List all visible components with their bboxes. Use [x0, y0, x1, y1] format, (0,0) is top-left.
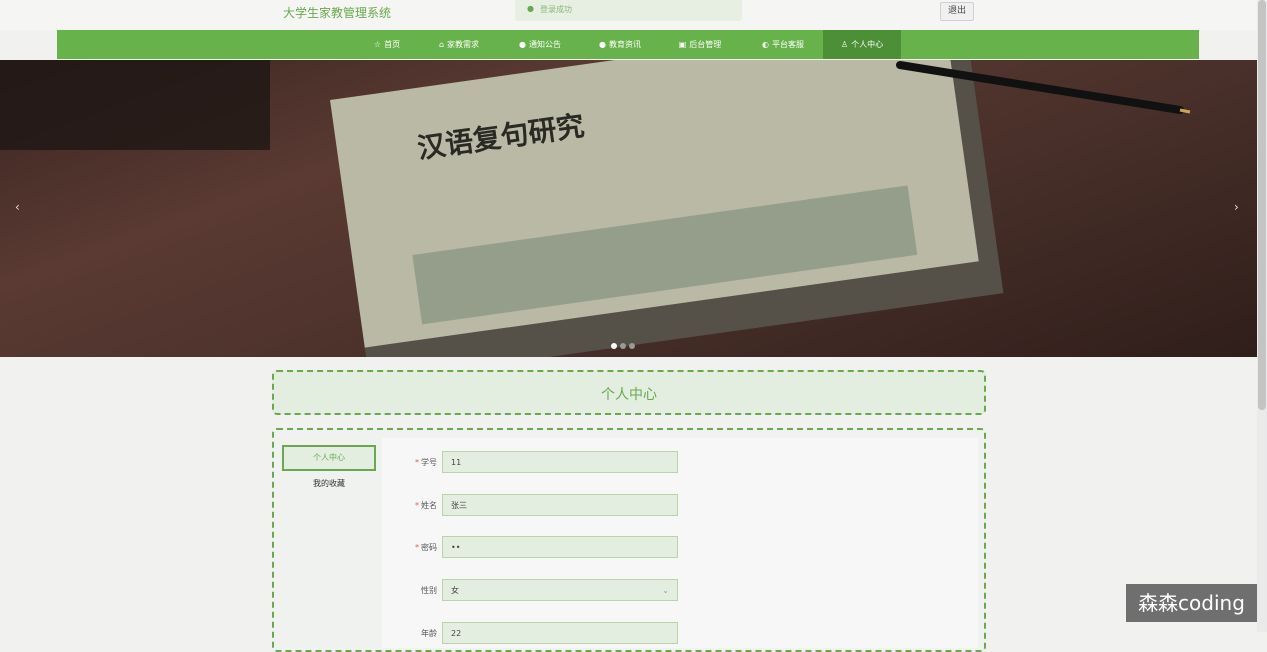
page-scrollbar[interactable]: [1257, 0, 1267, 632]
nav-customer-service[interactable]: ◐ 平台客服: [747, 30, 819, 59]
nav-label: 个人中心: [851, 40, 884, 49]
profile-panel: 个人中心 我的收藏 * 学号 11 * 姓名 张三 * 密码 •• 性别 女 ⌄ 年龄 …: [272, 428, 986, 652]
carousel-prev-button[interactable]: ‹: [15, 200, 20, 214]
nav-label: 家教需求: [447, 40, 480, 49]
field-label: * 姓名: [415, 501, 437, 510]
gender-select[interactable]: 女 ⌄: [442, 579, 678, 601]
nav-label: 首页: [384, 40, 401, 49]
logout-button[interactable]: 退出: [940, 2, 974, 21]
nav-tutoring-demand[interactable]: ⌂ 家教需求: [424, 30, 494, 59]
box-icon: ▣: [678, 40, 687, 49]
main-nav: ☆ 首页 ⌂ 家教需求 ● 通知公告 ● 教育资讯 ▣ 后台管理 ◐ 平台客服 ♙ 个人中心: [57, 30, 1199, 59]
nav-admin[interactable]: ▣ 后台管理: [665, 30, 735, 59]
student-id-field[interactable]: 11: [442, 451, 678, 473]
field-label: 性别: [421, 586, 437, 595]
toast-text: 登录成功: [540, 5, 572, 14]
site-title: 大学生家教管理系统: [283, 6, 392, 20]
watermark: 森森coding: [1126, 584, 1257, 622]
carousel-dot[interactable]: [611, 343, 617, 349]
banner-image: 汉语复句研究: [0, 60, 1191, 357]
carousel-dot[interactable]: [620, 343, 626, 349]
password-field[interactable]: ••: [442, 536, 678, 558]
nav-home[interactable]: ☆ 首页: [362, 30, 412, 59]
scrollbar-thumb[interactable]: [1258, 0, 1266, 410]
nav-announcements[interactable]: ● 通知公告: [505, 30, 575, 59]
success-icon: ●: [527, 4, 534, 13]
info-icon: ●: [599, 40, 606, 49]
nav-education-news[interactable]: ● 教育资讯: [585, 30, 655, 59]
nav-label: 通知公告: [528, 40, 561, 49]
carousel-dot[interactable]: [629, 343, 635, 349]
sidebar-item-favorites[interactable]: 我的收藏: [282, 478, 376, 489]
home-icon: ⌂: [438, 40, 445, 49]
carousel-next-button[interactable]: ›: [1234, 200, 1239, 214]
login-success-toast: ● 登录成功: [515, 0, 742, 21]
user-icon: ♙: [840, 40, 849, 49]
headset-icon: ◐: [762, 40, 769, 49]
top-bar: 大学生家教管理系统 ● 登录成功 退出: [0, 0, 1267, 30]
field-label: * 学号: [415, 458, 437, 467]
info-icon: ●: [519, 40, 526, 49]
nav-label: 平台客服: [771, 40, 804, 49]
field-label: 年龄: [421, 629, 437, 638]
sidebar-item-personal-center[interactable]: 个人中心: [282, 445, 376, 471]
banner-carousel[interactable]: 汉语复句研究 ‹ ›: [0, 60, 1257, 357]
profile-form: * 学号 11 * 姓名 张三 * 密码 •• 性别 女 ⌄ 年龄 22: [382, 438, 978, 648]
age-field[interactable]: 22: [442, 622, 678, 644]
star-icon: ☆: [373, 40, 382, 49]
nav-personal-center[interactable]: ♙ 个人中心: [823, 30, 901, 59]
name-field[interactable]: 张三: [442, 494, 678, 516]
nav-label: 教育资讯: [608, 40, 641, 49]
page-title: 个人中心: [601, 387, 657, 403]
carousel-indicators: [611, 342, 638, 352]
nav-label: 后台管理: [689, 40, 722, 49]
field-label: * 密码: [415, 543, 437, 552]
page-title-panel: 个人中心: [272, 370, 986, 415]
chevron-down-icon: ⌄: [662, 586, 669, 595]
